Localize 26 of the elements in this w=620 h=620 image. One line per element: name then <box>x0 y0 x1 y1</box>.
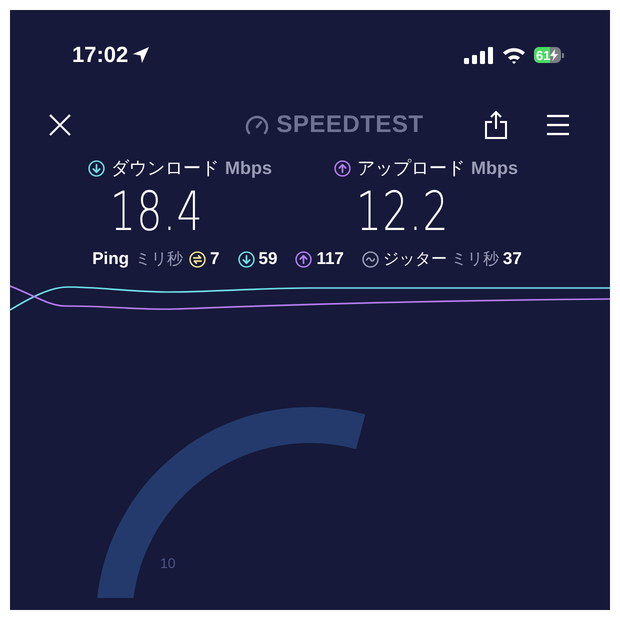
signal-icon <box>464 46 494 64</box>
battery-icon: 61 <box>534 47 564 63</box>
ping-label: Ping <box>92 249 130 269</box>
unit-label: ミリ秒 <box>450 248 499 270</box>
unit-label: Mbps <box>225 158 272 178</box>
ping-value: 59 <box>258 249 278 269</box>
jitter-value: 37 <box>502 249 522 269</box>
speed-value: 18.4 <box>110 180 204 244</box>
speed-value: 12.2 <box>356 180 450 244</box>
result-label: アップロード <box>357 157 465 180</box>
gauge-logo-icon <box>244 114 270 136</box>
ping-value: 117 <box>316 249 344 269</box>
share-icon[interactable] <box>484 110 508 140</box>
gauge-tick-label: 10 <box>160 555 176 571</box>
wave-icon <box>362 250 379 268</box>
jitter-label: ジッター <box>382 248 447 270</box>
close-icon[interactable] <box>48 113 72 137</box>
menu-icon[interactable] <box>546 114 570 136</box>
wifi-icon <box>502 46 526 64</box>
result-label: ダウンロード <box>111 157 219 180</box>
ping-value: 7 <box>210 249 220 269</box>
unit-label: ミリ秒 <box>135 248 184 270</box>
location-arrow-icon <box>132 46 150 64</box>
clock-time: 17:02 <box>72 42 128 68</box>
app-logo: SPEEDTEST <box>276 111 424 139</box>
unit-label: Mbps <box>471 158 518 178</box>
